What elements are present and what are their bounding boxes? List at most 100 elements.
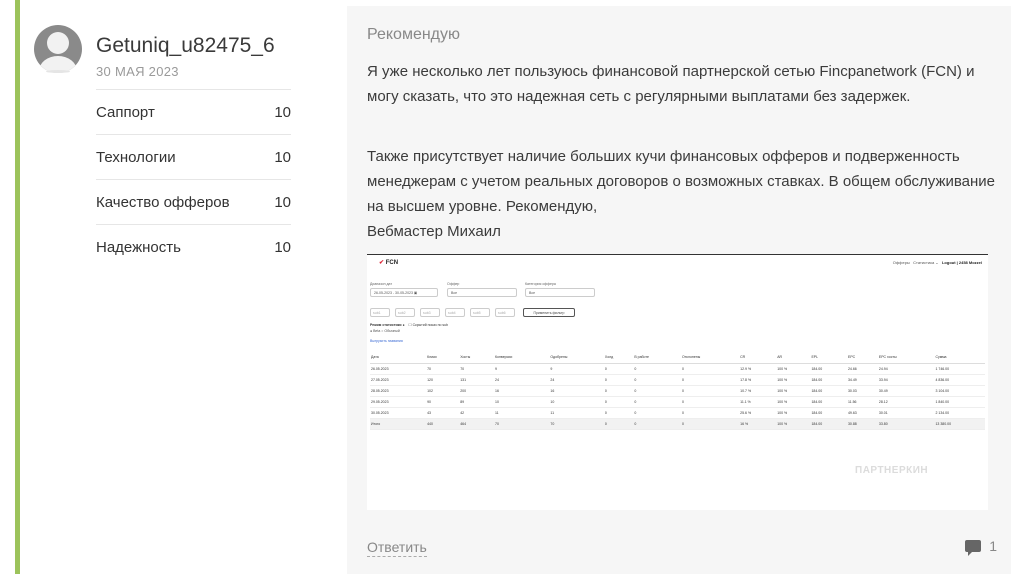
- table-cell: 200: [459, 385, 494, 397]
- calendar-icon: ▣: [413, 291, 418, 295]
- table-cell: 49.63: [846, 407, 878, 419]
- attached-screenshot[interactable]: ✔ FCN Офферы Статистика ⌄ Logout | 2458 …: [367, 254, 988, 510]
- sub-field: sub1: [370, 308, 390, 317]
- table-cell: 3 104.00: [934, 385, 985, 397]
- review-content: Рекомендую Я уже несколько лет пользуюсь…: [347, 6, 1011, 574]
- table-cell: 440: [426, 418, 460, 430]
- table-cell: 24.94: [877, 363, 935, 375]
- table-cell: 184.00: [810, 407, 847, 419]
- table-cell: 0: [680, 385, 740, 397]
- column-header: CR: [739, 350, 777, 364]
- stats-table: Дата Клики Хосты Конверсии Одобрены Холд…: [370, 350, 985, 430]
- table-cell: 70: [549, 418, 604, 430]
- rating-row-reliability: Надежность 10: [96, 224, 291, 269]
- table-total-row: Итого 440 464 70 70 0 0 0 16 % 100 % 184.00 30.88 33…: [370, 418, 985, 430]
- table-cell: 131: [459, 374, 494, 386]
- table-cell: 0: [603, 396, 634, 408]
- column-header: Конверсии: [494, 350, 550, 364]
- apply-filter-button: Применить фильтр: [523, 308, 575, 317]
- table-cell: 30.05.2023: [370, 407, 427, 419]
- table-cell: 0: [680, 396, 740, 408]
- table-cell: 0: [680, 363, 740, 375]
- offer-select-value: Все: [451, 291, 458, 295]
- avatar[interactable]: [34, 25, 82, 73]
- table-row: 30.05.2023 43 42 11 11 0 0 0 25.6 % 100 % 184.00 49…: [370, 407, 985, 419]
- table-cell: 0: [680, 418, 740, 430]
- filter-label-date: Диапазон дат: [370, 282, 393, 286]
- review-paragraph-2-text: Также присутствует наличие больших кучи …: [367, 148, 996, 215]
- column-header: Хосты: [459, 350, 494, 364]
- table-cell: 184.00: [810, 363, 847, 375]
- table-cell: 9: [494, 363, 550, 375]
- table-cell: 29.05.2023: [370, 396, 427, 408]
- table-cell: 42: [459, 407, 494, 419]
- table-row: 26.05.2023 70 70 9 9 0 0 0 12.9 % 100 % 184.00 24.6…: [370, 363, 985, 375]
- comments-counter[interactable]: 1: [965, 538, 997, 556]
- table-cell: 70: [459, 363, 494, 375]
- table-cell: 90: [426, 396, 460, 408]
- reply-link[interactable]: Ответить: [367, 538, 427, 557]
- table-cell: 16: [494, 385, 550, 397]
- nav-stats: Статистика ⌄: [913, 260, 939, 265]
- table-cell: 11.56: [846, 396, 878, 408]
- table-cell: 0: [633, 418, 681, 430]
- review-author-panel: Getuniq_u82475_6 30 МАЯ 2023 Саппорт 10 …: [32, 0, 332, 574]
- table-cell: 17.8 %: [739, 374, 777, 386]
- table-cell: 10.7 %: [739, 385, 777, 397]
- table-cell: 0: [633, 385, 681, 397]
- stats-mode-options: ● Beta ○ Обычный: [370, 329, 400, 333]
- table-cell: Итого: [370, 418, 427, 430]
- sub-field: sub6: [495, 308, 515, 317]
- table-cell: 28.12: [877, 396, 935, 408]
- column-header: Отклонены: [680, 350, 740, 364]
- table-row: 29.05.2023 90 89 10 10 0 0 0 11.1 % 100 % 184.00 11…: [370, 396, 985, 408]
- table-cell: 100 %: [776, 385, 811, 397]
- table-row: 28.05.2023 102 200 16 16 0 0 0 10.7 % 100 % 184.00…: [370, 385, 985, 397]
- stats-mode: Режим статистики ● ☐ Скрытий показ по su…: [370, 323, 448, 327]
- table-cell: 89: [459, 396, 494, 408]
- column-header: EPL: [810, 350, 847, 364]
- column-header: Дата: [370, 350, 427, 364]
- category-select: Все: [525, 288, 595, 297]
- filter-label-offer: Оффер: [447, 282, 460, 286]
- rating-label: Саппорт: [96, 103, 155, 121]
- table-cell: 184.00: [810, 418, 847, 430]
- hide-by-sub-checkbox: ☐ Скрытий показ по sub: [408, 323, 449, 327]
- review-date: 30 МАЯ 2023: [96, 64, 179, 79]
- table-cell: 9: [549, 363, 604, 375]
- table-cell: 184.00: [810, 396, 847, 408]
- table-cell: 10: [494, 396, 550, 408]
- table-cell: 30.49: [877, 385, 935, 397]
- username[interactable]: Getuniq_u82475_6: [96, 34, 275, 58]
- table-cell: 0: [603, 363, 634, 375]
- table-header-row: Дата Клики Хосты Конверсии Одобрены Холд…: [370, 350, 985, 364]
- avatar-shadow: [46, 70, 70, 73]
- table-cell: 24: [494, 374, 550, 386]
- rating-row-offer-quality: Качество офферов 10: [96, 179, 291, 224]
- table-cell: 30.03: [846, 385, 878, 397]
- table-cell: 102: [426, 385, 460, 397]
- rating-value: 10: [274, 103, 291, 121]
- table-cell: 70: [494, 418, 550, 430]
- table-cell: 120: [426, 374, 460, 386]
- rating-row-technology: Технологии 10: [96, 134, 291, 179]
- comment-bubble-icon: [965, 540, 982, 556]
- table-cell: 0: [680, 374, 740, 386]
- help-icon: ●: [402, 323, 405, 327]
- table-cell: 100 %: [776, 363, 811, 375]
- table-cell: 43: [426, 407, 460, 419]
- date-range-field: 26-05-2023 - 30-05-2023 ▣: [370, 288, 438, 297]
- accent-bar: [15, 0, 20, 574]
- rating-label: Технологии: [96, 148, 176, 166]
- table-cell: 0: [633, 396, 681, 408]
- column-header: Одобрены: [549, 350, 604, 364]
- table-cell: 25.6 %: [739, 407, 777, 419]
- table-cell: 464: [459, 418, 494, 430]
- table-cell: 1 840.00: [934, 396, 985, 408]
- rating-value: 10: [274, 193, 291, 211]
- date-range-value: 26-05-2023 - 30-05-2023: [374, 291, 413, 295]
- filter-label-category: Категория оффера: [525, 282, 556, 286]
- table-cell: 30.01: [877, 407, 935, 419]
- nav-offers: Офферы: [892, 260, 910, 265]
- review-title: Рекомендую: [367, 26, 461, 43]
